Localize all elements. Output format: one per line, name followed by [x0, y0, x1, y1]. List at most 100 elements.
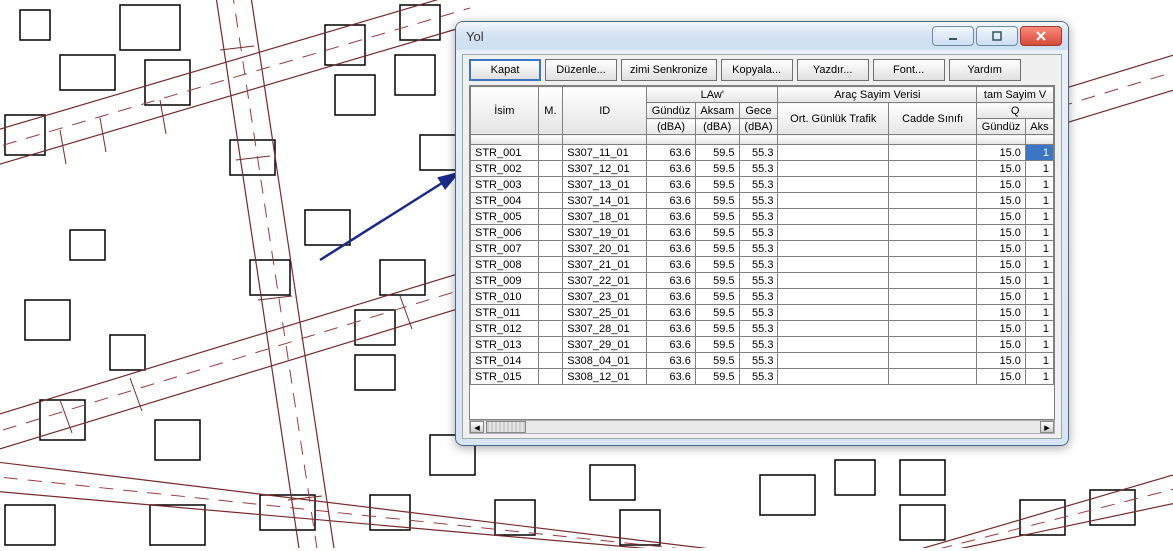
col-dba2[interactable]: (dBA): [695, 119, 739, 135]
cell-cadde[interactable]: [889, 321, 977, 337]
col-tam[interactable]: tam Sayim V: [977, 87, 1054, 103]
cell-id[interactable]: S307_19_01: [563, 225, 647, 241]
col-arac[interactable]: Araç Sayim Verisi: [778, 87, 977, 103]
table-row[interactable]: STR_010S307_23_0163.659.555.315.01: [471, 289, 1054, 305]
cell-gece[interactable]: 55.3: [739, 305, 778, 321]
help-button[interactable]: Yardım: [949, 59, 1021, 81]
table-row[interactable]: STR_005S307_18_0163.659.555.315.01: [471, 209, 1054, 225]
cell-q-aks[interactable]: 1: [1025, 321, 1053, 337]
cell-ort[interactable]: [778, 209, 889, 225]
cell-gunduz[interactable]: 63.6: [647, 177, 696, 193]
cell-m[interactable]: [538, 145, 563, 161]
cell-q-gunduz[interactable]: 15.0: [977, 225, 1026, 241]
table-row[interactable]: STR_004S307_14_0163.659.555.315.01: [471, 193, 1054, 209]
cell-q-gunduz[interactable]: 15.0: [977, 177, 1026, 193]
cell-id[interactable]: S308_04_01: [563, 353, 647, 369]
cell-m[interactable]: [538, 305, 563, 321]
cell-id[interactable]: S307_18_01: [563, 209, 647, 225]
cell-cadde[interactable]: [889, 353, 977, 369]
table-row[interactable]: STR_009S307_22_0163.659.555.315.01: [471, 273, 1054, 289]
cell-isim[interactable]: STR_011: [471, 305, 539, 321]
cell-isim[interactable]: STR_008: [471, 257, 539, 273]
cell-m[interactable]: [538, 241, 563, 257]
cell-aksam[interactable]: 59.5: [695, 257, 739, 273]
cell-gunduz[interactable]: 63.6: [647, 225, 696, 241]
cell-m[interactable]: [538, 289, 563, 305]
cell-q-aks[interactable]: 1: [1025, 369, 1053, 385]
cell-isim[interactable]: STR_010: [471, 289, 539, 305]
cell-ort[interactable]: [778, 177, 889, 193]
col-ort[interactable]: Ort. Günlük Trafik: [778, 103, 889, 135]
cell-gunduz[interactable]: 63.6: [647, 369, 696, 385]
cell-ort[interactable]: [778, 257, 889, 273]
cell-m[interactable]: [538, 177, 563, 193]
cell-gunduz[interactable]: 63.6: [647, 321, 696, 337]
cell-gunduz[interactable]: 63.6: [647, 209, 696, 225]
cell-aksam[interactable]: 59.5: [695, 321, 739, 337]
cell-gece[interactable]: 55.3: [739, 177, 778, 193]
col-law[interactable]: LAw': [647, 87, 778, 103]
cell-aksam[interactable]: 59.5: [695, 289, 739, 305]
table-row[interactable]: STR_013S307_29_0163.659.555.315.01: [471, 337, 1054, 353]
cell-q-aks[interactable]: 1: [1025, 161, 1053, 177]
col-cadde[interactable]: Cadde Sınıfı: [889, 103, 977, 135]
cell-q-aks[interactable]: 1: [1025, 241, 1053, 257]
cell-cadde[interactable]: [889, 241, 977, 257]
cell-q-gunduz[interactable]: 15.0: [977, 145, 1026, 161]
cell-ort[interactable]: [778, 369, 889, 385]
cell-gece[interactable]: 55.3: [739, 241, 778, 257]
table-row[interactable]: STR_011S307_25_0163.659.555.315.01: [471, 305, 1054, 321]
cell-aksam[interactable]: 59.5: [695, 161, 739, 177]
cell-cadde[interactable]: [889, 273, 977, 289]
cell-aksam[interactable]: 59.5: [695, 225, 739, 241]
table-row[interactable]: STR_006S307_19_0163.659.555.315.01: [471, 225, 1054, 241]
cell-q-gunduz[interactable]: 15.0: [977, 273, 1026, 289]
cell-ort[interactable]: [778, 241, 889, 257]
maximize-button[interactable]: [976, 26, 1018, 46]
cell-q-gunduz[interactable]: 15.0: [977, 353, 1026, 369]
cell-ort[interactable]: [778, 305, 889, 321]
cell-isim[interactable]: STR_002: [471, 161, 539, 177]
cell-gece[interactable]: 55.3: [739, 337, 778, 353]
cell-cadde[interactable]: [889, 289, 977, 305]
table-row[interactable]: STR_015S308_12_0163.659.555.315.01: [471, 369, 1054, 385]
cell-aksam[interactable]: 59.5: [695, 193, 739, 209]
cell-aksam[interactable]: 59.5: [695, 369, 739, 385]
cell-q-gunduz[interactable]: 15.0: [977, 289, 1026, 305]
cell-ort[interactable]: [778, 161, 889, 177]
close-dialog-button[interactable]: Kapat: [469, 59, 541, 81]
col-aksam[interactable]: Aksam: [695, 103, 739, 119]
cell-id[interactable]: S307_20_01: [563, 241, 647, 257]
col-gunduz[interactable]: Gündüz: [647, 103, 696, 119]
font-button[interactable]: Font...: [873, 59, 945, 81]
cell-aksam[interactable]: 59.5: [695, 273, 739, 289]
cell-cadde[interactable]: [889, 161, 977, 177]
cell-id[interactable]: S307_22_01: [563, 273, 647, 289]
cell-isim[interactable]: STR_009: [471, 273, 539, 289]
cell-isim[interactable]: STR_006: [471, 225, 539, 241]
cell-aksam[interactable]: 59.5: [695, 337, 739, 353]
cell-m[interactable]: [538, 369, 563, 385]
cell-aksam[interactable]: 59.5: [695, 209, 739, 225]
cell-cadde[interactable]: [889, 337, 977, 353]
cell-isim[interactable]: STR_012: [471, 321, 539, 337]
cell-id[interactable]: S307_12_01: [563, 161, 647, 177]
cell-isim[interactable]: STR_015: [471, 369, 539, 385]
cell-ort[interactable]: [778, 337, 889, 353]
cell-q-aks[interactable]: 1: [1025, 145, 1053, 161]
cell-m[interactable]: [538, 337, 563, 353]
print-button[interactable]: Yazdır...: [797, 59, 869, 81]
cell-ort[interactable]: [778, 225, 889, 241]
cell-q-gunduz[interactable]: 15.0: [977, 337, 1026, 353]
copy-button[interactable]: Kopyala...: [721, 59, 793, 81]
col-id[interactable]: ID: [563, 87, 647, 135]
cell-isim[interactable]: STR_003: [471, 177, 539, 193]
cell-gece[interactable]: 55.3: [739, 225, 778, 241]
cell-q-gunduz[interactable]: 15.0: [977, 321, 1026, 337]
cell-cadde[interactable]: [889, 145, 977, 161]
col-gece[interactable]: Gece: [739, 103, 778, 119]
cell-ort[interactable]: [778, 273, 889, 289]
cell-gece[interactable]: 55.3: [739, 273, 778, 289]
col-isim[interactable]: İsim: [471, 87, 539, 135]
col-dba3[interactable]: (dBA): [739, 119, 778, 135]
